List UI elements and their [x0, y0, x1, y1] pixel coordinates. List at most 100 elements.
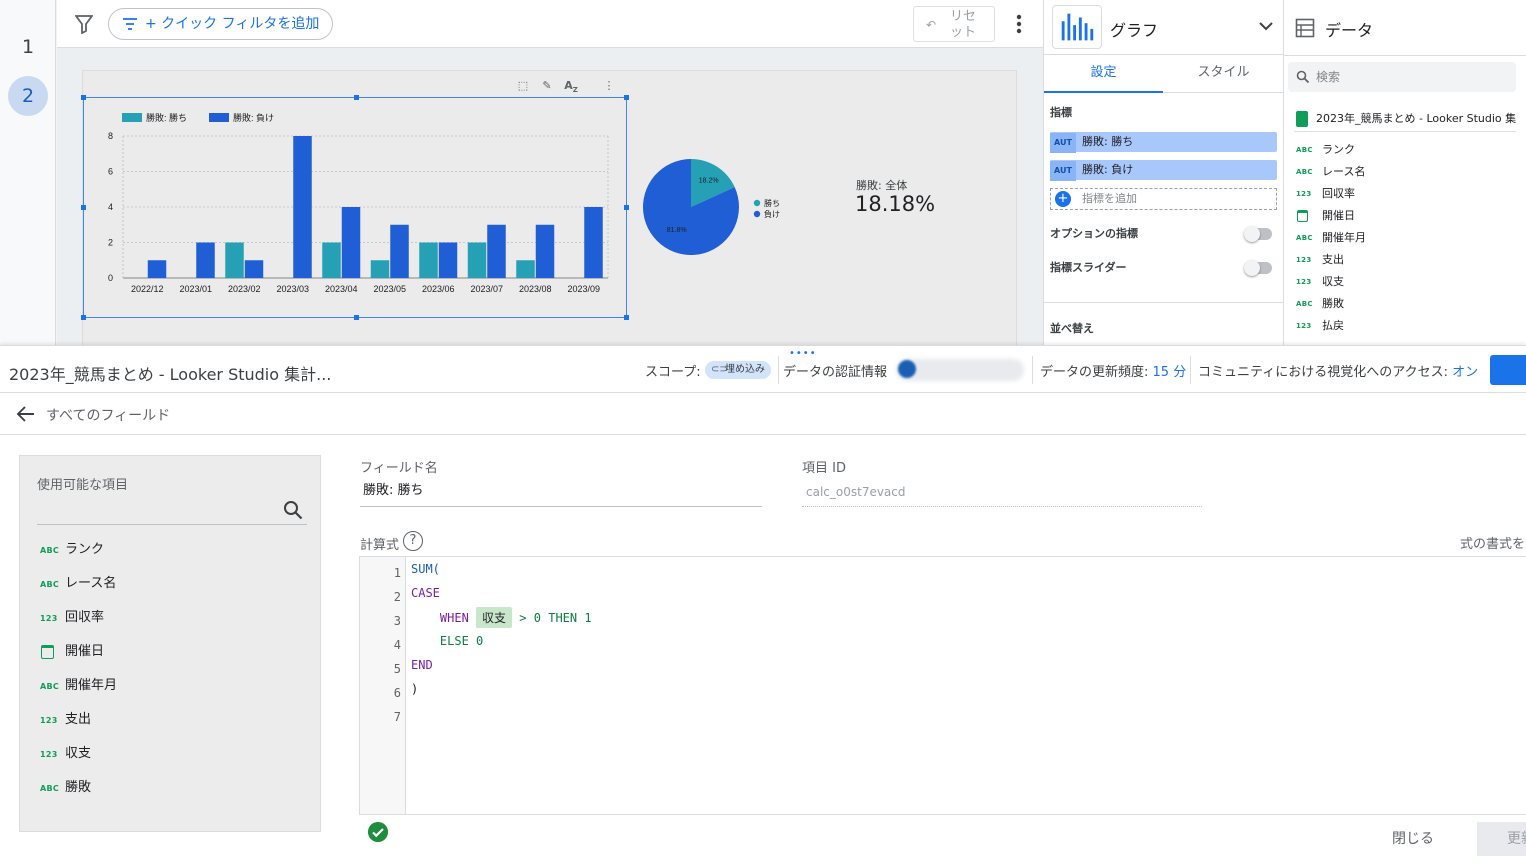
available-field-item[interactable]: 123 収支 — [37, 743, 91, 765]
divider — [1284, 55, 1526, 56]
tab-style[interactable]: スタイル — [1164, 55, 1283, 93]
data-field-item[interactable]: 開催日 — [1294, 205, 1514, 227]
page-1-button[interactable]: 1 — [8, 27, 48, 67]
field-id-label: 項目 ID — [802, 461, 846, 476]
bar-chart[interactable]: 勝敗: 勝ち 勝敗: 負け 0 2 4 6 8 2022/12 2023/01 2023/0… — [81, 95, 629, 320]
bar-lose[interactable] — [293, 136, 312, 278]
community-value[interactable]: オン — [1452, 365, 1478, 380]
formula-editor[interactable]: 1 2 3 4 5 6 7 SUM( CASE WHEN 収支 > 0 THEN 1 ELS… — [359, 556, 1526, 815]
field-name: 支出 — [65, 712, 92, 727]
page-2-button[interactable]: 2 — [8, 76, 48, 116]
data-field-item[interactable]: ABC 開催年月 — [1294, 227, 1514, 249]
available-field-item[interactable]: ABC 勝敗 — [37, 777, 91, 799]
freshness-label[interactable]: データの更新頻度: 15 分 — [1040, 361, 1186, 380]
check-circle-icon — [368, 822, 388, 842]
available-field-item[interactable]: 123 回収率 — [37, 607, 104, 629]
back-row: すべてのフィールド — [0, 394, 1526, 435]
available-fields-search[interactable] — [37, 496, 307, 525]
all-fields-link[interactable]: すべてのフィールド — [46, 405, 170, 425]
format-formula-link[interactable]: 式の書式を — [1460, 533, 1525, 552]
bar-win[interactable] — [419, 242, 438, 279]
data-field-item[interactable]: ABC 勝敗 — [1294, 293, 1514, 315]
available-field-item[interactable]: 開催日 — [37, 641, 104, 663]
bar-lose[interactable] — [535, 224, 555, 278]
add-metric-button[interactable]: + 指標を追加 — [1050, 188, 1277, 210]
scorecard-value[interactable]: 18.18% — [855, 192, 935, 216]
data-field-item[interactable]: ABC レース名 — [1294, 161, 1514, 183]
data-source-item[interactable]: 2023年_競馬まとめ - Looker Studio 集... — [1294, 108, 1516, 132]
data-field-item[interactable]: ABC ランク — [1294, 139, 1514, 161]
bar-win[interactable] — [516, 260, 535, 278]
x-tick-label: 2023/08 — [519, 284, 552, 294]
chart-more-vert-icon[interactable]: ⋮ — [601, 78, 617, 94]
divider — [778, 356, 779, 384]
bar-lose[interactable] — [487, 224, 506, 278]
arrow-back-icon[interactable] — [16, 405, 36, 423]
divider — [1032, 356, 1033, 384]
text-type-icon: ABC — [1296, 146, 1313, 154]
bar-win[interactable] — [225, 242, 244, 279]
update-button[interactable]: 更新 — [1477, 822, 1526, 856]
metric-chip-win[interactable]: AUT 勝敗: 勝ち — [1050, 132, 1277, 153]
y-tick-label: 8 — [108, 131, 113, 141]
field-name: 開催年月 — [65, 678, 118, 693]
search-icon — [1296, 70, 1310, 84]
help-icon[interactable]: ? — [403, 531, 423, 551]
pie-chart[interactable]: 18.2% 81.8% 勝ち負け — [643, 157, 803, 257]
resize-drag-handle[interactable]: •••• — [789, 348, 817, 359]
reset-button[interactable]: ↶ リセット — [913, 6, 995, 42]
text-type-icon: ABC — [1296, 234, 1313, 242]
number-type-icon: 123 — [40, 614, 58, 623]
divider — [1190, 356, 1191, 384]
code-line-5: END — [411, 658, 433, 672]
data-field-item[interactable]: 123 回収率 — [1294, 183, 1514, 205]
available-field-item[interactable]: ABC レース名 — [37, 573, 116, 595]
primary-action-button[interactable] — [1490, 355, 1526, 385]
bar-lose[interactable] — [147, 260, 167, 278]
bar-win[interactable] — [322, 242, 341, 279]
close-button[interactable]: 閉じる — [1378, 822, 1448, 856]
bar-lose[interactable] — [438, 242, 458, 279]
data-field-item[interactable]: 123 支出 — [1294, 249, 1514, 271]
field-name-input[interactable]: 勝敗: 勝ち — [360, 480, 762, 507]
metric-slider-label: 指標スライダー — [1050, 261, 1127, 274]
select-area-icon[interactable]: ⬚ — [515, 78, 531, 94]
data-field-item[interactable]: 123 収支 — [1294, 271, 1514, 293]
chevron-down-icon[interactable] — [1258, 18, 1274, 34]
data-panel-title: データ — [1325, 21, 1374, 40]
bar-lose[interactable] — [341, 207, 361, 278]
add-quick-filter-button[interactable]: + クイック フィルタを追加 — [108, 8, 333, 40]
text-type-icon: ABC — [1296, 168, 1313, 176]
sort-az-icon[interactable]: AZ — [563, 78, 579, 94]
freshness-value[interactable]: 15 分 — [1153, 365, 1187, 380]
data-field-item[interactable]: 123 払戻 — [1294, 315, 1514, 337]
filter-icon[interactable] — [75, 14, 93, 34]
available-field-item[interactable]: ABC ランク — [37, 539, 104, 561]
tab-setup[interactable]: 設定 — [1044, 55, 1163, 93]
metric-slider-toggle[interactable] — [1244, 260, 1272, 276]
field-name: 収支 — [65, 746, 92, 761]
edit-pencil-icon[interactable]: ✎ — [539, 78, 555, 94]
available-field-item[interactable]: ABC 開催年月 — [37, 675, 117, 697]
bar-lose[interactable] — [244, 260, 264, 278]
credentials-label[interactable]: データの認証情報 — [783, 361, 887, 380]
data-search-input[interactable]: 検索 — [1288, 62, 1516, 92]
field-name: 回収率 — [1322, 187, 1355, 200]
metric-chip-lose[interactable]: AUT 勝敗: 負け — [1050, 160, 1277, 181]
bar-win[interactable] — [370, 260, 390, 278]
scope-chip[interactable]: ⊂⊃ 埋め込み — [705, 361, 771, 379]
chart-type-selector[interactable]: グラフ — [1044, 0, 1284, 55]
bar-lose[interactable] — [584, 207, 603, 278]
optional-metrics-toggle[interactable] — [1244, 226, 1272, 242]
bar-lose[interactable] — [196, 242, 215, 279]
bar-win[interactable] — [467, 242, 487, 279]
datasource-editor-header: 2023年_競馬まとめ - Looker Studio 集計... スコープ: … — [0, 345, 1526, 393]
more-vert-icon[interactable] — [1009, 12, 1029, 36]
search-icon[interactable] — [283, 500, 303, 520]
field-name: 回収率 — [65, 610, 105, 625]
field-chip[interactable]: 収支 — [476, 607, 513, 628]
field-name: 開催日 — [1322, 209, 1355, 222]
bar-lose[interactable] — [390, 224, 409, 278]
available-field-item[interactable]: 123 支出 — [37, 709, 91, 731]
field-name-label: フィールド名 — [360, 461, 438, 476]
